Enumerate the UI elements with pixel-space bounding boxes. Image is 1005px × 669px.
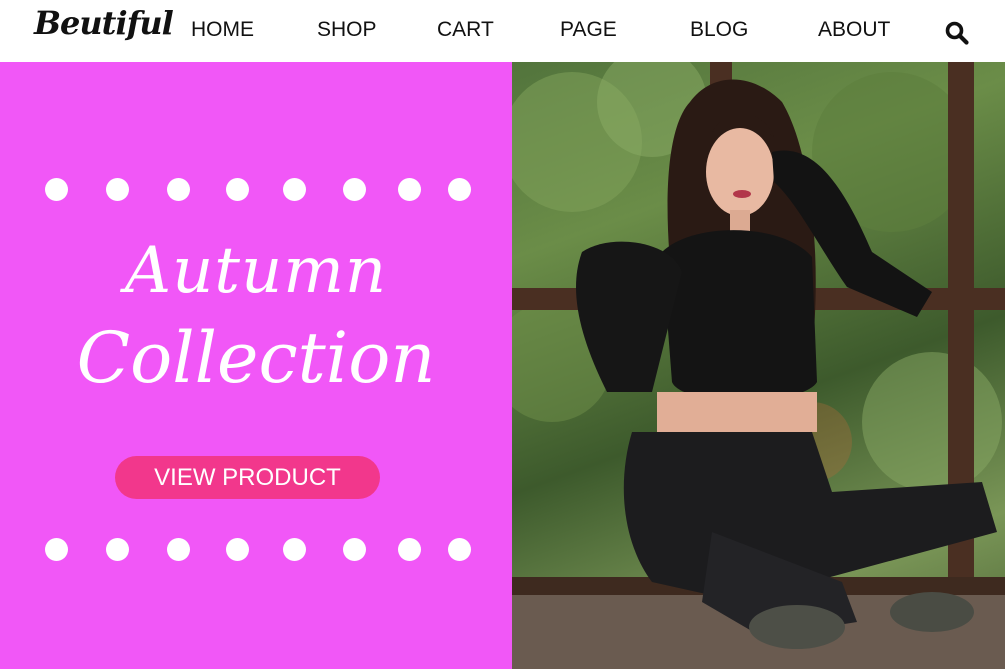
dot-row-top <box>0 178 512 202</box>
decorative-dot <box>45 178 68 201</box>
decorative-dot <box>398 178 421 201</box>
search-button[interactable] <box>944 20 970 46</box>
hero-promo-panel: Autumn Collection VIEW PRODUCT <box>0 62 512 669</box>
decorative-dot <box>226 538 249 561</box>
nav-link-page[interactable]: PAGE <box>560 18 617 42</box>
decorative-dot <box>283 178 306 201</box>
decorative-dot <box>226 178 249 201</box>
search-icon <box>945 21 969 45</box>
dot-row-bottom <box>0 538 512 562</box>
hero-model-photo <box>512 62 1005 669</box>
decorative-dot <box>167 178 190 201</box>
decorative-dot <box>398 538 421 561</box>
nav-link-home[interactable]: HOME <box>191 18 254 42</box>
hero-title-line-2: Collection <box>76 317 436 399</box>
nav-link-blog[interactable]: BLOG <box>690 18 748 42</box>
decorative-dot <box>343 178 366 201</box>
decorative-dot <box>448 538 471 561</box>
nav-link-about[interactable]: ABOUT <box>818 18 890 42</box>
brand-logo[interactable]: Beutiful <box>34 4 174 42</box>
view-product-button[interactable]: VIEW PRODUCT <box>115 456 380 499</box>
decorative-dot <box>106 538 129 561</box>
model-photo <box>512 62 1005 669</box>
decorative-dot <box>106 178 129 201</box>
top-navbar: Beutiful HOME SHOP CART PAGE BLOG ABOUT <box>0 0 1005 62</box>
decorative-dot <box>283 538 306 561</box>
nav-link-cart[interactable]: CART <box>437 18 494 42</box>
hero-title-line-1: Autumn <box>124 234 388 308</box>
decorative-dot <box>167 538 190 561</box>
decorative-dot <box>343 538 366 561</box>
decorative-dot <box>45 538 68 561</box>
nav-link-shop[interactable]: SHOP <box>317 18 377 42</box>
decorative-dot <box>448 178 471 201</box>
